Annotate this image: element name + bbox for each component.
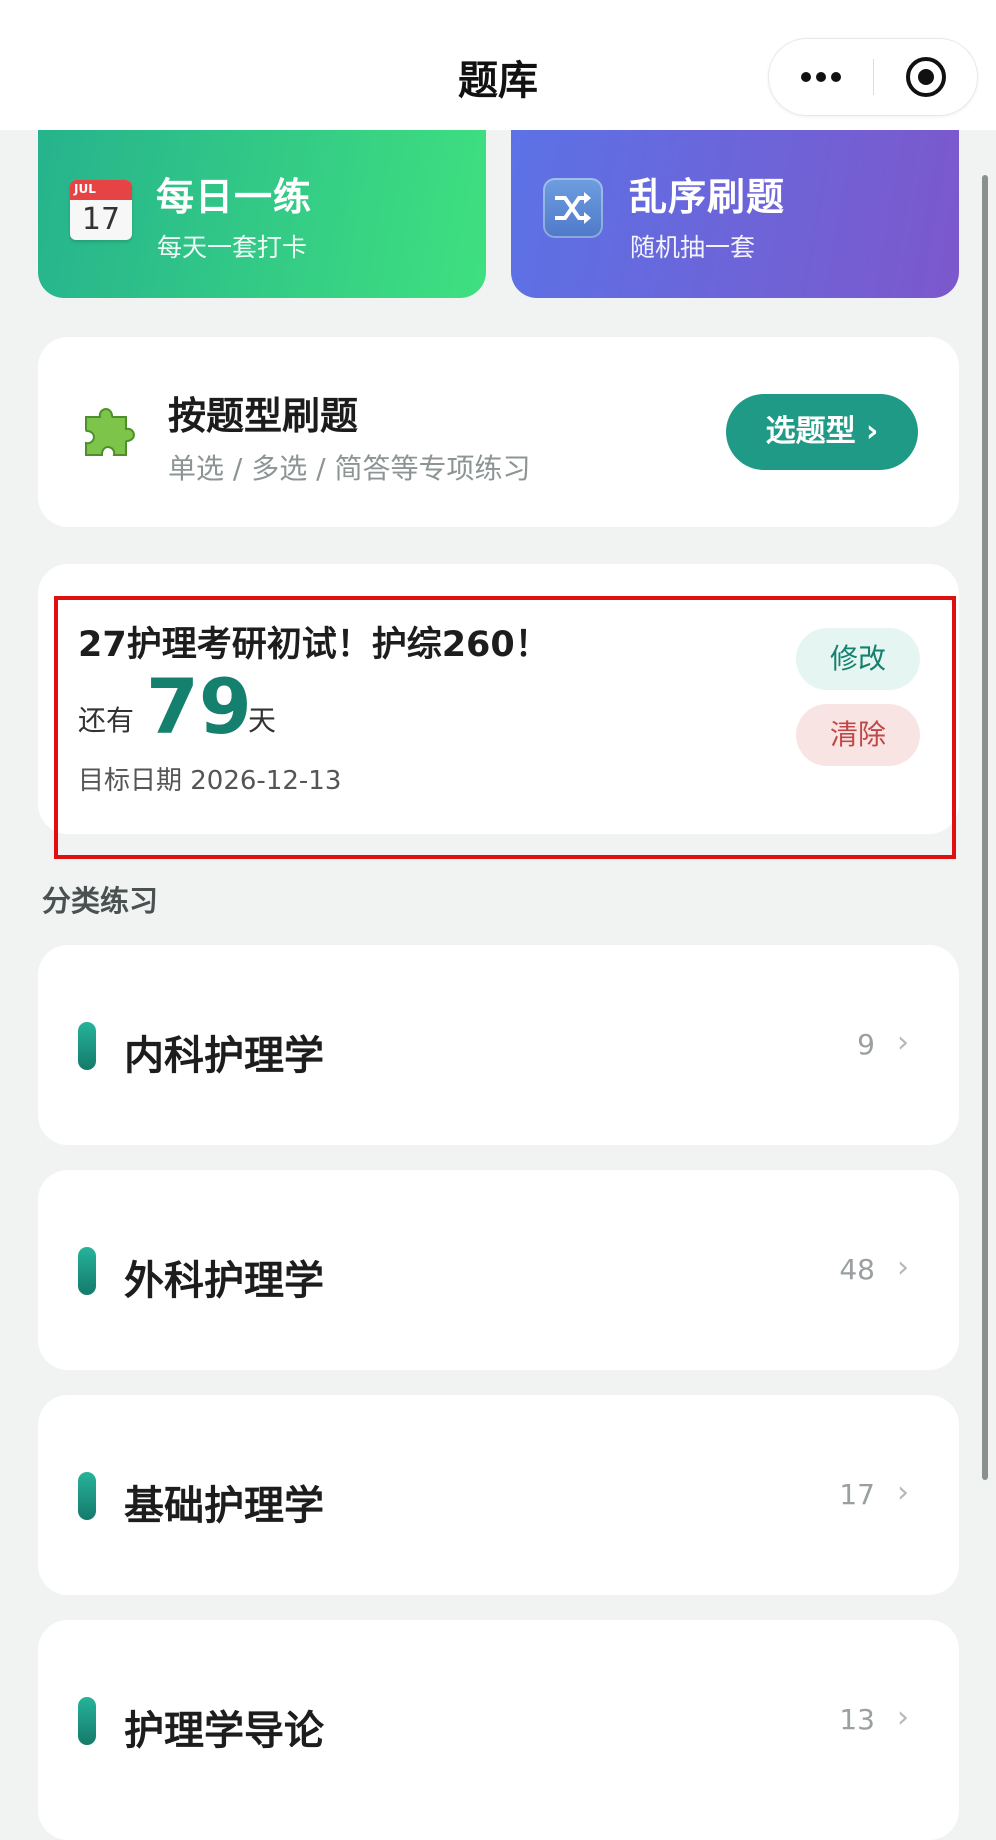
category-name: 基础护理学	[124, 1483, 324, 1529]
more-dots-icon-dot	[816, 72, 826, 82]
category-item[interactable]: 内科护理学 9 ›	[38, 945, 959, 1145]
category-accent-bar	[78, 1697, 96, 1745]
target-icon-core	[918, 69, 934, 85]
shuffle-icon	[543, 178, 603, 238]
category-count: 13	[839, 1703, 875, 1736]
highlight-box	[54, 596, 956, 859]
practice-by-type-subtitle: 单选 / 多选 / 简答等专项练习	[168, 452, 531, 485]
mini-program-capsule	[768, 38, 978, 116]
category-item[interactable]: 外科护理学 48 ›	[38, 1170, 959, 1370]
category-item[interactable]: 基础护理学 17 ›	[38, 1395, 959, 1595]
category-accent-bar	[78, 1022, 96, 1070]
category-count: 9	[857, 1028, 875, 1061]
more-button[interactable]	[769, 39, 873, 115]
daily-practice-title: 每日一练	[156, 175, 313, 219]
shuffle-icon-glyph	[555, 192, 591, 224]
more-dots-icon	[801, 72, 811, 82]
practice-by-type-title: 按题型刷题	[168, 394, 359, 438]
nav-bar: 题库	[0, 0, 996, 130]
daily-practice-card[interactable]: JUL 17 每日一练 每天一套打卡	[38, 130, 486, 298]
more-dots-icon-dot	[831, 72, 841, 82]
chevron-right-icon: ›	[897, 1475, 909, 1510]
daily-practice-subtitle: 每天一套打卡	[157, 233, 308, 262]
calendar-month: JUL	[74, 182, 96, 196]
calendar-icon: JUL 17	[70, 180, 132, 240]
category-item[interactable]: 护理学导论 13 ›	[38, 1620, 959, 1840]
category-name: 护理学导论	[124, 1708, 324, 1754]
section-title: 分类练习	[42, 884, 159, 918]
calendar-day: 17	[81, 202, 121, 237]
category-count: 48	[839, 1253, 875, 1286]
category-accent-bar	[78, 1472, 96, 1520]
category-name: 内科护理学	[124, 1033, 324, 1079]
random-practice-title: 乱序刷题	[629, 175, 786, 219]
scrollbar[interactable]	[982, 175, 988, 1480]
random-practice-card[interactable]: 乱序刷题 随机抽一套	[511, 130, 959, 298]
chevron-right-icon: ›	[897, 1700, 909, 1735]
chevron-right-icon: ›	[897, 1025, 909, 1060]
close-miniprogram-button[interactable]	[874, 39, 978, 115]
select-type-button[interactable]: 选题型 ›	[726, 394, 918, 470]
practice-by-type-card: 按题型刷题 单选 / 多选 / 简答等专项练习 选题型 ›	[38, 337, 959, 527]
category-name: 外科护理学	[124, 1258, 324, 1304]
category-count: 17	[839, 1478, 875, 1511]
random-practice-subtitle: 随机抽一套	[630, 233, 756, 262]
puzzle-icon	[85, 408, 135, 456]
category-accent-bar	[78, 1247, 96, 1295]
chevron-right-icon: ›	[897, 1250, 909, 1285]
